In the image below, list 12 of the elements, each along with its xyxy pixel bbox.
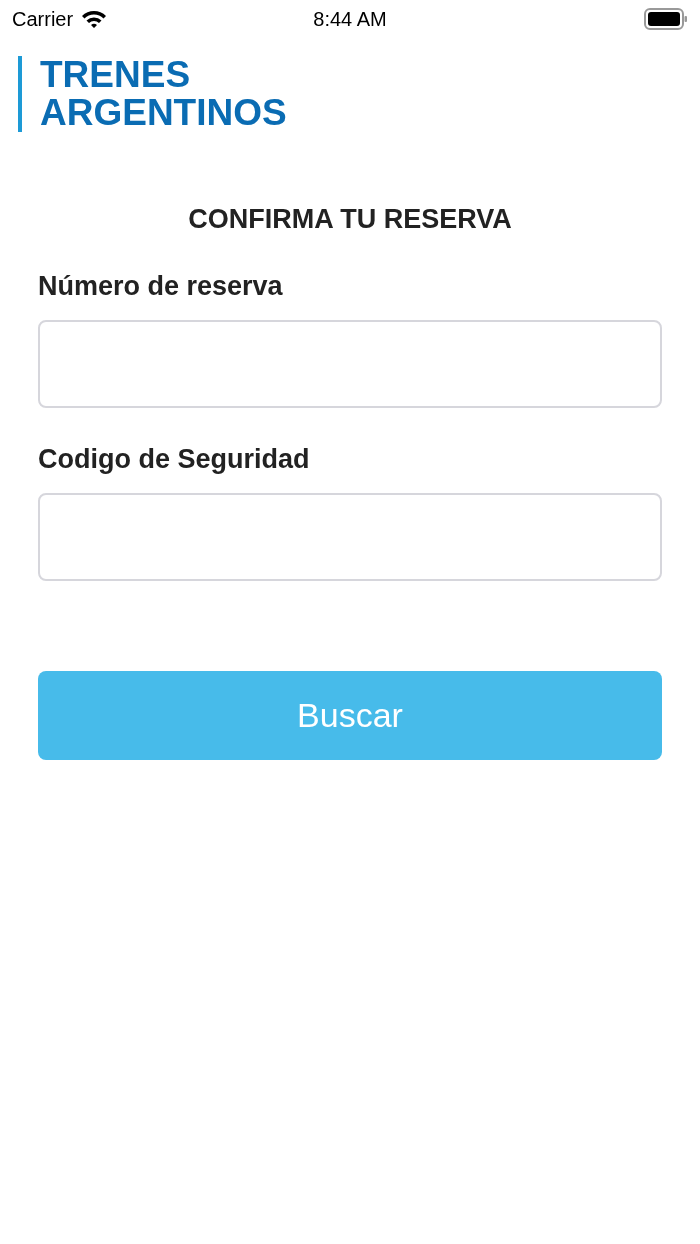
carrier-name: Carrier: [12, 7, 74, 31]
page-title: CONFIRMA TU RESERVA: [187, 204, 513, 235]
wifi-icon: [81, 9, 108, 29]
clock-time: 8:44 AM: [313, 7, 387, 31]
battery-icon: [644, 8, 688, 30]
field-label: Número de reserva: [38, 271, 283, 302]
input-field[interactable]: [38, 493, 662, 581]
input-field[interactable]: [38, 320, 662, 408]
logo-text: TRENES: [40, 56, 192, 94]
field-label: Codigo de Seguridad: [38, 444, 310, 475]
search-button[interactable]: Buscar: [38, 671, 662, 760]
logo-text: ARGENTINOS: [40, 94, 287, 132]
